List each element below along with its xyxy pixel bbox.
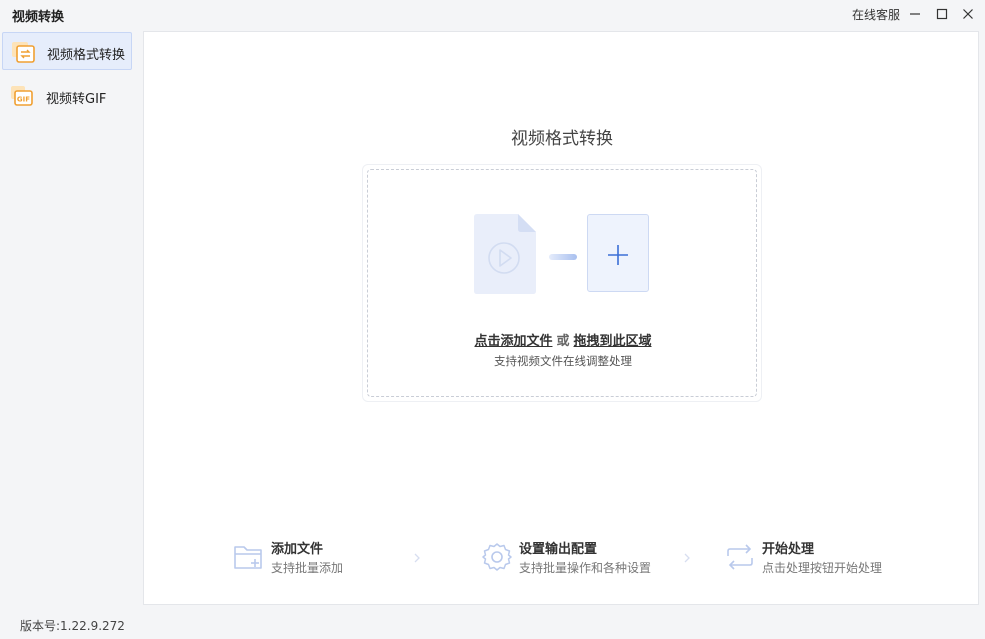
- video-convert-icon: [11, 41, 35, 63]
- drop-zone-frame: 点击添加文件或拖拽到此区域 支持视频文件在线调整处理: [362, 164, 762, 402]
- step-desc: 点击处理按钮开始处理: [762, 561, 883, 575]
- drag-here-link[interactable]: 拖拽到此区域: [574, 334, 652, 349]
- app-title: 视频转换: [12, 10, 65, 25]
- page-title: 视频格式转换: [511, 129, 613, 149]
- minimize-icon[interactable]: [905, 4, 925, 24]
- click-add-file-link[interactable]: 点击添加文件: [474, 334, 552, 349]
- step-arrow-icon: [412, 549, 422, 563]
- add-file-plus-button[interactable]: [587, 214, 649, 292]
- version-label: 版本号:1.22.9.272: [20, 619, 125, 633]
- video-file-icon: [474, 214, 536, 294]
- or-text: 或: [556, 334, 570, 349]
- sidebar-item-label: 视频格式转换: [47, 48, 126, 63]
- close-icon[interactable]: [958, 4, 978, 24]
- maximize-icon[interactable]: [932, 4, 952, 24]
- step-desc: 支持批量操作和各种设置: [519, 561, 652, 575]
- online-service-link[interactable]: 在线客服: [852, 6, 900, 23]
- main-panel: 视频格式转换 点击添加文件或拖拽到此区域 支持视频文件在线调整处理 添加文件 支…: [143, 31, 979, 605]
- title-bar: 视频转换 在线客服: [0, 0, 985, 28]
- step-title: 设置输出配置: [519, 542, 598, 557]
- drop-zone[interactable]: 点击添加文件或拖拽到此区域 支持视频文件在线调整处理: [367, 169, 757, 397]
- step-arrow-icon: [682, 549, 692, 563]
- gif-icon: GIF: [10, 85, 34, 107]
- folder-add-icon: [233, 541, 265, 573]
- gear-icon: [481, 541, 513, 573]
- sidebar: 视频格式转换 GIF 视频转GIF: [0, 30, 140, 610]
- step-title: 添加文件: [271, 542, 324, 557]
- connector-bar: [549, 254, 577, 260]
- repeat-icon: [724, 541, 756, 573]
- sidebar-item-video-convert[interactable]: 视频格式转换: [2, 32, 132, 70]
- svg-text:GIF: GIF: [17, 96, 30, 104]
- sidebar-item-label: 视频转GIF: [46, 92, 107, 107]
- drop-instruction: 点击添加文件或拖拽到此区域: [368, 330, 758, 349]
- step-desc: 支持批量添加: [271, 561, 344, 575]
- sidebar-item-video-to-gif[interactable]: GIF 视频转GIF: [2, 77, 132, 115]
- step-title: 开始处理: [762, 542, 815, 557]
- drop-subtitle: 支持视频文件在线调整处理: [494, 354, 632, 368]
